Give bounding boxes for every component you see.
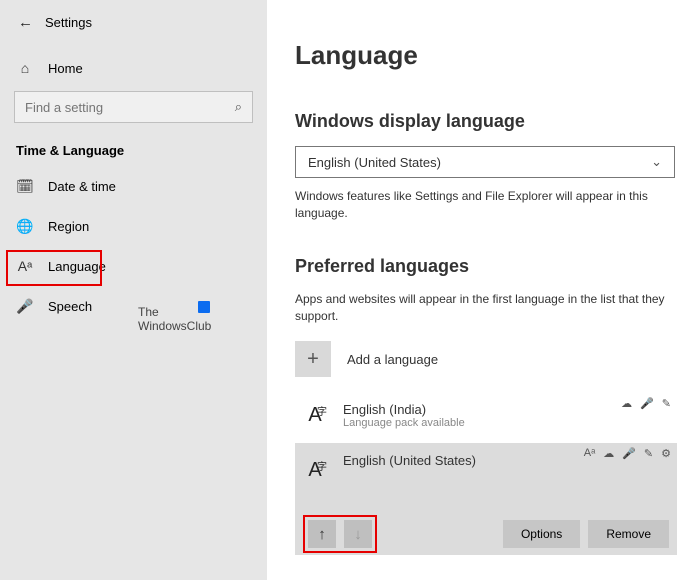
date-icon: 🗓 — [16, 178, 34, 195]
watermark: The WindowsClub — [138, 305, 211, 333]
back-icon[interactable]: ← — [18, 14, 33, 31]
speech-icon: 🎤 — [622, 447, 636, 460]
move-up-button[interactable]: ↑ — [308, 520, 336, 548]
move-down-button[interactable]: ↓ — [344, 520, 372, 548]
options-button[interactable]: Options — [503, 520, 580, 548]
section-preferred-languages: Preferred languages — [295, 256, 678, 277]
feature-icons: ☁ 🎤 ✎ — [621, 397, 671, 410]
handwriting-icon: ✎ — [644, 447, 653, 460]
mic-icon: 🎤 — [16, 298, 34, 315]
watermark-line1: The — [138, 305, 159, 319]
add-language-row[interactable]: + Add a language — [295, 341, 678, 377]
plus-icon: + — [295, 341, 331, 377]
search-box[interactable]: ⌕ — [14, 91, 253, 123]
header-row: ← Settings — [0, 10, 267, 49]
category-title: Time & Language — [0, 137, 267, 166]
content: Language Windows display language Englis… — [267, 0, 700, 580]
speech-icon: 🎤 — [640, 397, 654, 410]
displaylang-icon: Aᵃ — [584, 447, 595, 460]
home-label: Home — [48, 61, 83, 76]
sidebar-item-label: Speech — [48, 299, 92, 314]
page-title: Language — [295, 40, 678, 71]
search-input[interactable] — [25, 100, 209, 115]
language-name: English (United States) — [343, 453, 476, 468]
language-sub: Language pack available — [343, 417, 465, 429]
sidebar-item-speech[interactable]: 🎤 Speech — [0, 286, 267, 326]
watermark-logo — [198, 301, 210, 313]
section-display-language: Windows display language — [295, 111, 678, 132]
add-language-label: Add a language — [347, 352, 438, 367]
chevron-down-icon: ⌄ — [651, 154, 662, 170]
sidebar: ← Settings ⌂ Home ⌕ Time & Language 🗓 Da… — [0, 0, 267, 580]
annotation-highlight-arrows: ↑ ↓ — [303, 515, 377, 553]
sidebar-item-region[interactable]: 🌐 Region — [0, 206, 267, 246]
sidebar-item-language[interactable]: Aᵃ Language — [0, 246, 267, 286]
feature-icons: Aᵃ ☁ 🎤 ✎ ⚙ — [584, 447, 671, 460]
language-name: English (India) — [343, 402, 465, 417]
settings-icon: ⚙ — [661, 447, 671, 460]
remove-button[interactable]: Remove — [588, 520, 669, 548]
handwriting-icon: ✎ — [662, 397, 671, 410]
language-glyph-icon: A字 — [301, 459, 329, 482]
language-card-us[interactable]: A字 English (United States) Aᵃ ☁ 🎤 ✎ ⚙ — [295, 443, 677, 513]
app-title: Settings — [45, 15, 92, 30]
sidebar-item-home[interactable]: ⌂ Home — [0, 49, 267, 87]
globe-icon: 🌐 — [16, 218, 34, 235]
preferred-caption: Apps and websites will appear in the fir… — [295, 291, 675, 325]
language-card-india[interactable]: A字 English (India) Language pack availab… — [295, 393, 677, 437]
display-language-dropdown[interactable]: English (United States) ⌄ — [295, 146, 675, 178]
watermark-line2: WindowsClub — [138, 319, 211, 333]
display-language-value: English (United States) — [308, 155, 441, 170]
language-icon: Aᵃ — [16, 258, 34, 274]
sidebar-item-label: Language — [48, 259, 106, 274]
display-language-caption: Windows features like Settings and File … — [295, 188, 665, 222]
language-glyph-icon: A字 — [301, 404, 329, 427]
tts-icon: ☁ — [603, 447, 614, 460]
home-icon: ⌂ — [16, 60, 34, 76]
sidebar-item-label: Date & time — [48, 179, 116, 194]
search-icon: ⌕ — [235, 99, 242, 115]
sidebar-item-datetime[interactable]: 🗓 Date & time — [0, 166, 267, 206]
tts-icon: ☁ — [621, 397, 632, 410]
sidebar-item-label: Region — [48, 219, 89, 234]
nav-items: 🗓 Date & time 🌐 Region Aᵃ Language 🎤 Spe… — [0, 166, 267, 326]
language-action-bar: ↑ ↓ Options Remove — [295, 513, 677, 555]
